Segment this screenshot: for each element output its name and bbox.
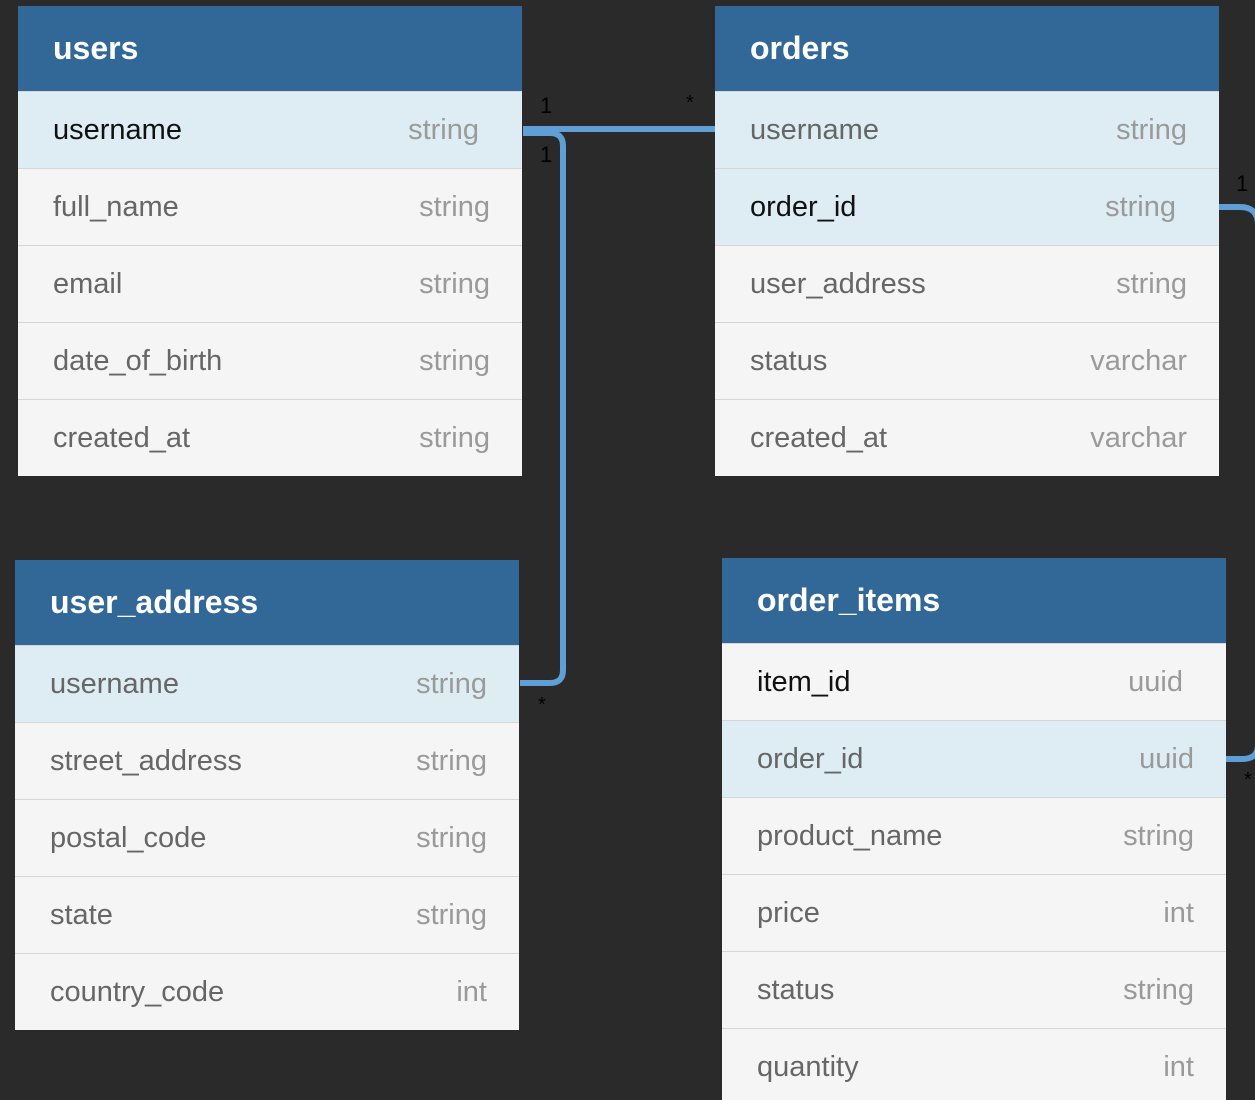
column-type: int xyxy=(1163,1051,1194,1083)
column-type: string xyxy=(419,345,490,377)
connector-order-items-end[interactable] xyxy=(1226,744,1255,762)
column-name: created_at xyxy=(53,422,191,454)
column-name: order_id xyxy=(757,743,864,775)
er-diagram-canvas: users username string full_name string e… xyxy=(0,0,1255,1100)
table-row[interactable]: full_name string xyxy=(18,168,522,245)
column-name: state xyxy=(50,899,113,931)
column-type: string xyxy=(419,268,490,300)
column-name: order_id xyxy=(750,191,857,223)
cardinality-users-address-to: * xyxy=(538,694,546,716)
table-row[interactable]: state string xyxy=(15,876,519,953)
column-name: username xyxy=(50,668,179,700)
table-row[interactable]: status string xyxy=(722,951,1226,1028)
table-row[interactable]: country_code int xyxy=(15,953,519,1030)
column-type: string xyxy=(1116,114,1187,146)
cardinality-orders-items-from: 1 xyxy=(1236,171,1249,196)
column-name: full_name xyxy=(53,191,179,223)
table-title: order_items xyxy=(722,558,1226,643)
column-type: int xyxy=(456,976,487,1008)
column-name: username xyxy=(53,114,182,146)
cardinality-users-address-from: 1 xyxy=(540,142,553,167)
column-type: string xyxy=(416,822,487,854)
table-orders[interactable]: orders username string order_id string u… xyxy=(715,6,1219,476)
table-row[interactable]: status varchar xyxy=(715,322,1219,399)
table-title: users xyxy=(18,6,522,91)
column-type: string xyxy=(416,668,487,700)
column-type: uuid xyxy=(1139,743,1194,775)
table-row[interactable]: order_id string xyxy=(715,168,1219,245)
connector-users-user-address[interactable] xyxy=(520,130,566,686)
column-name: status xyxy=(750,345,828,377)
table-row[interactable]: price int xyxy=(722,874,1226,951)
cardinality-users-orders-to: * xyxy=(686,92,694,114)
cardinality-orders-items-to: * xyxy=(1244,769,1252,791)
column-name: username xyxy=(750,114,879,146)
column-name: product_name xyxy=(757,820,943,852)
column-type: string xyxy=(1123,974,1194,1006)
table-users[interactable]: users username string full_name string e… xyxy=(18,6,522,476)
table-row[interactable]: order_id uuid xyxy=(722,720,1226,797)
table-order-items[interactable]: order_items item_id uuid order_id uuid p… xyxy=(722,558,1226,1100)
column-name: street_address xyxy=(50,745,242,777)
column-type: int xyxy=(1163,897,1194,929)
table-row[interactable]: date_of_birth string xyxy=(18,322,522,399)
column-type: string xyxy=(1105,191,1176,223)
column-name: user_address xyxy=(750,268,926,300)
table-row[interactable]: product_name string xyxy=(722,797,1226,874)
column-name: country_code xyxy=(50,976,225,1008)
connector-orders-order-items[interactable] xyxy=(1219,204,1255,226)
column-name: quantity xyxy=(757,1051,859,1083)
table-row[interactable]: created_at varchar xyxy=(715,399,1219,476)
table-row[interactable]: email string xyxy=(18,245,522,322)
column-name: created_at xyxy=(750,422,888,454)
column-type: varchar xyxy=(1090,422,1187,454)
column-type: string xyxy=(416,899,487,931)
column-name: item_id xyxy=(757,666,851,698)
column-type: string xyxy=(408,114,479,146)
column-name: status xyxy=(757,974,835,1006)
column-type: string xyxy=(1116,268,1187,300)
table-row[interactable]: username string xyxy=(715,91,1219,168)
table-row[interactable]: user_address string xyxy=(715,245,1219,322)
column-name: price xyxy=(757,897,820,929)
column-type: uuid xyxy=(1128,666,1183,698)
column-type: string xyxy=(419,191,490,223)
table-row[interactable]: username string xyxy=(15,645,519,722)
table-title: user_address xyxy=(15,560,519,645)
column-type: string xyxy=(1123,820,1194,852)
column-type: string xyxy=(419,422,490,454)
table-row[interactable]: street_address string xyxy=(15,722,519,799)
column-name: postal_code xyxy=(50,822,207,854)
table-title: orders xyxy=(715,6,1219,91)
table-row[interactable]: item_id uuid xyxy=(722,643,1226,720)
column-name: email xyxy=(53,268,123,300)
table-user-address[interactable]: user_address username string street_addr… xyxy=(15,560,519,1030)
table-row[interactable]: postal_code string xyxy=(15,799,519,876)
column-type: varchar xyxy=(1090,345,1187,377)
table-row[interactable]: quantity int xyxy=(722,1028,1226,1100)
column-type: string xyxy=(416,745,487,777)
table-row[interactable]: username string xyxy=(18,91,522,168)
column-name: date_of_birth xyxy=(53,345,223,377)
table-row[interactable]: created_at string xyxy=(18,399,522,476)
cardinality-users-orders-from: 1 xyxy=(540,93,553,118)
